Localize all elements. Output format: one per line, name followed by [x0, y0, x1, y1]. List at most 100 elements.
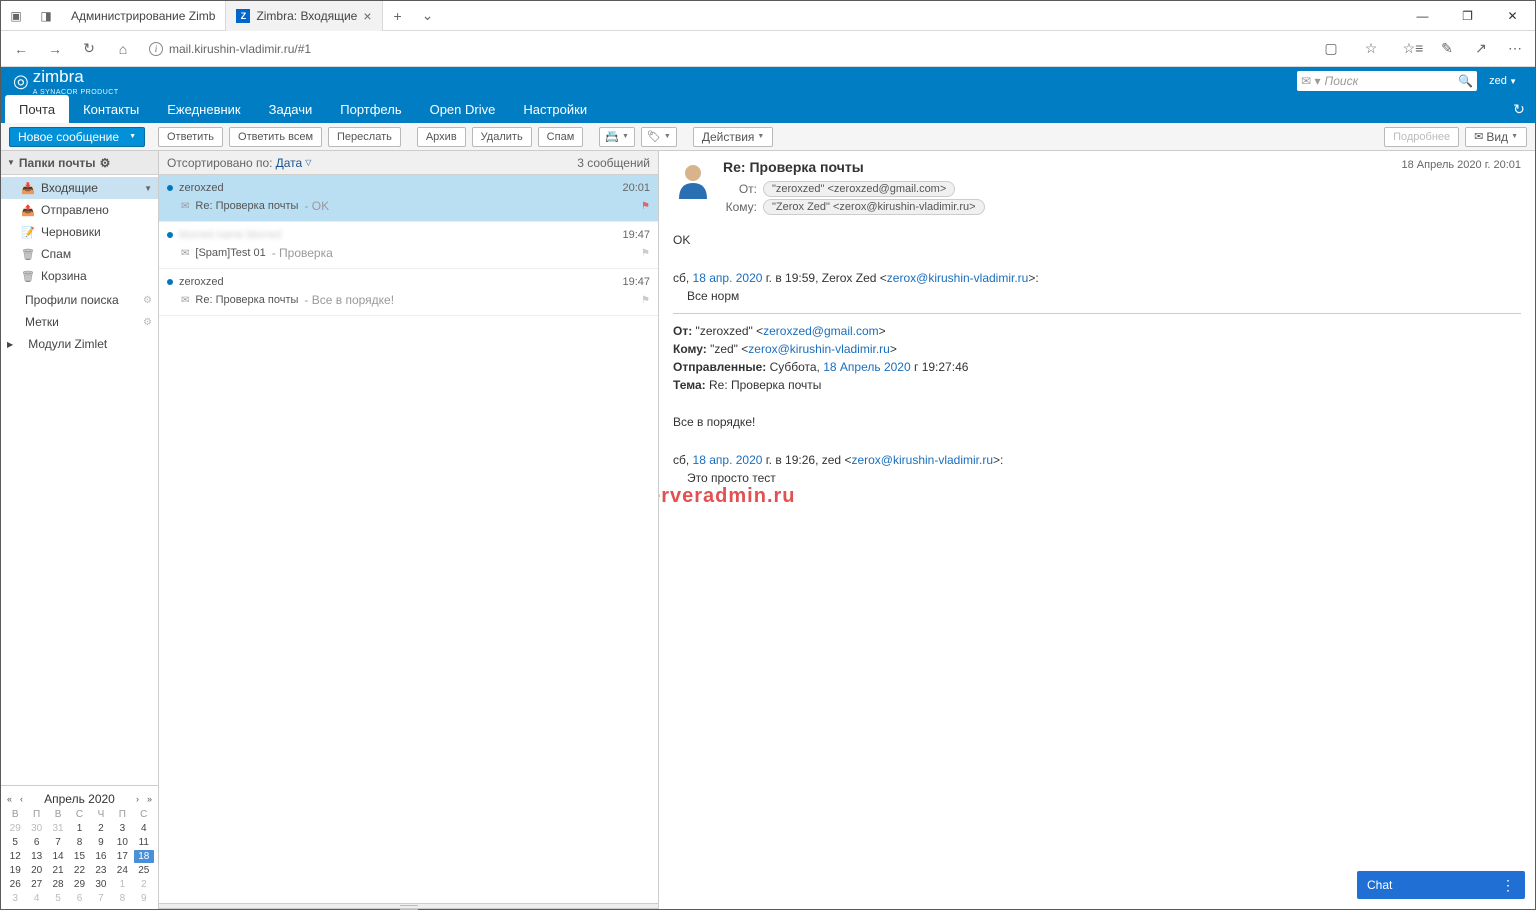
cal-day[interactable]: 20 — [26, 864, 46, 877]
tags-section[interactable]: Метки⚙ — [13, 311, 158, 333]
cal-day[interactable]: 6 — [69, 892, 89, 905]
to-pill[interactable]: "Zerox Zed" <zerox@kirushin-vladimir.ru> — [763, 199, 985, 215]
cal-day[interactable]: 25 — [134, 864, 154, 877]
forward-button[interactable]: → — [39, 33, 71, 65]
cal-day[interactable]: 10 — [112, 836, 132, 849]
flag-icon[interactable]: ⚑ — [641, 248, 650, 259]
cal-prev-year[interactable]: « — [5, 794, 14, 804]
cal-next-year[interactable]: » — [145, 794, 154, 804]
forward-button[interactable]: Переслать — [328, 127, 401, 147]
gear-icon[interactable]: ⚙ — [143, 295, 152, 306]
folder-drafts[interactable]: 📝Черновики — [1, 221, 158, 243]
back-button[interactable]: ← — [5, 33, 37, 65]
cal-day[interactable]: 1 — [112, 878, 132, 891]
cal-day[interactable]: 22 — [69, 864, 89, 877]
folder-sent[interactable]: 📤Отправлено — [1, 199, 158, 221]
tab-contacts[interactable]: Контакты — [69, 95, 153, 123]
settings-icon[interactable]: ⋯ — [1499, 33, 1531, 65]
tab-mail[interactable]: Почта — [5, 95, 69, 123]
cal-day[interactable]: 15 — [69, 850, 89, 863]
email-link[interactable]: zerox@kirushin-vladimir.ru — [748, 342, 890, 356]
cal-day[interactable]: 3 — [112, 822, 132, 835]
user-menu[interactable]: zed — [1483, 75, 1523, 87]
cal-day[interactable]: 12 — [5, 850, 25, 863]
notes-icon[interactable]: ✎ — [1431, 33, 1463, 65]
cal-day[interactable]: 29 — [5, 822, 25, 835]
delete-button[interactable]: Удалить — [472, 127, 532, 147]
cal-day[interactable]: 5 — [5, 836, 25, 849]
cal-day[interactable]: 7 — [48, 836, 68, 849]
new-message-button[interactable]: Новое сообщение — [9, 127, 145, 147]
tab-preferences[interactable]: Настройки — [509, 95, 601, 123]
actions-menu[interactable]: Действия — [693, 127, 774, 147]
close-window-button[interactable]: ✕ — [1490, 1, 1535, 31]
email-link[interactable]: zeroxzed@gmail.com — [763, 324, 879, 338]
list-header[interactable]: Отсортировано по: Дата ▽ 3 сообщений — [159, 151, 658, 175]
sort-field[interactable]: Дата — [276, 156, 303, 170]
reply-button[interactable]: Ответить — [158, 127, 223, 147]
tab-briefcase[interactable]: Портфель — [326, 95, 415, 123]
tab-opendrive[interactable]: Open Drive — [416, 95, 510, 123]
cal-day[interactable]: 26 — [5, 878, 25, 891]
gear-icon[interactable]: ⚙ — [143, 317, 152, 328]
cal-day[interactable]: 11 — [134, 836, 154, 849]
cal-day[interactable]: 19 — [5, 864, 25, 877]
cal-day[interactable]: 17 — [112, 850, 132, 863]
cal-day[interactable]: 7 — [91, 892, 111, 905]
refresh-button[interactable]: ↻ — [73, 33, 105, 65]
spam-button[interactable]: Спам — [538, 127, 584, 147]
address-bar[interactable]: i mail.kirushin-vladimir.ru/#1 — [141, 35, 1305, 63]
sys-tab-icon[interactable]: ▣ — [1, 1, 31, 31]
cal-day[interactable]: 1 — [69, 822, 89, 835]
maximize-button[interactable]: ❐ — [1445, 1, 1490, 31]
move-menu[interactable]: 📇 — [599, 127, 635, 147]
flag-icon[interactable]: ⚑ — [641, 201, 650, 212]
details-button[interactable]: Подробнее — [1384, 127, 1459, 147]
close-tab-icon[interactable]: × — [363, 8, 371, 24]
email-link[interactable]: zerox@kirushin-vladimir.ru — [887, 271, 1029, 285]
cal-day[interactable]: 14 — [48, 850, 68, 863]
cal-day[interactable]: 23 — [91, 864, 111, 877]
cal-day[interactable]: 9 — [134, 892, 154, 905]
favorites-bar-icon[interactable]: ☆≡ — [1397, 33, 1429, 65]
browser-tab-zimbra[interactable]: Z Zimbra: Входящие × — [226, 1, 382, 31]
cal-day[interactable]: 9 — [91, 836, 111, 849]
cal-day[interactable]: 4 — [134, 822, 154, 835]
search-icon[interactable]: 🔍 — [1458, 74, 1473, 88]
cal-day[interactable]: 13 — [26, 850, 46, 863]
message-thread[interactable]: blurred name blurred19:47✉[Spam]Test 01 … — [159, 222, 658, 269]
archive-button[interactable]: Архив — [417, 127, 466, 147]
folders-header[interactable]: ▼Папки почты⚙ — [1, 151, 158, 175]
chat-menu-icon[interactable]: ⋮ — [1501, 877, 1515, 894]
reply-all-button[interactable]: Ответить всем — [229, 127, 322, 147]
cal-day[interactable]: 2 — [91, 822, 111, 835]
folder-trash[interactable]: 🗑Корзина — [1, 265, 158, 287]
refresh-mail-icon[interactable]: ↻ — [1503, 95, 1535, 123]
gear-icon[interactable]: ⚙ — [100, 156, 111, 170]
cal-day[interactable]: 2 — [134, 878, 154, 891]
folder-spam[interactable]: 🗑Спам — [1, 243, 158, 265]
cal-next-month[interactable]: › — [134, 794, 141, 804]
sys-tab-icon[interactable]: ◨ — [31, 1, 61, 31]
cal-day[interactable]: 27 — [26, 878, 46, 891]
cal-day[interactable]: 28 — [48, 878, 68, 891]
cal-day[interactable]: 30 — [91, 878, 111, 891]
favorite-icon[interactable]: ☆ — [1355, 33, 1387, 65]
home-button[interactable]: ⌂ — [107, 33, 139, 65]
browser-tab-admin[interactable]: Администрирование Zimb — [61, 1, 226, 31]
cal-day[interactable]: 4 — [26, 892, 46, 905]
new-tab-button[interactable]: + — [383, 1, 413, 30]
reading-view-icon[interactable]: ▢ — [1315, 33, 1347, 65]
chat-widget[interactable]: Chat⋮ — [1357, 871, 1525, 899]
minimize-button[interactable]: — — [1400, 1, 1445, 31]
message-thread[interactable]: zeroxzed20:01✉Re: Проверка почты - OK⚑ — [159, 175, 658, 222]
from-pill[interactable]: "zeroxzed" <zeroxzed@gmail.com> — [763, 181, 955, 197]
cal-day[interactable]: 8 — [69, 836, 89, 849]
cal-day[interactable]: 8 — [112, 892, 132, 905]
zimlets-section[interactable]: ▶ Модули Zimlet — [1, 333, 158, 355]
folder-inbox[interactable]: 📥Входящие▼ — [1, 177, 158, 199]
cal-day[interactable]: 5 — [48, 892, 68, 905]
view-menu[interactable]: ✉ Вид — [1465, 127, 1527, 147]
mini-calendar[interactable]: « ‹ Апрель 2020 › » ВПВСЧПС2930311234567… — [1, 785, 158, 909]
site-info-icon[interactable]: i — [149, 42, 163, 56]
